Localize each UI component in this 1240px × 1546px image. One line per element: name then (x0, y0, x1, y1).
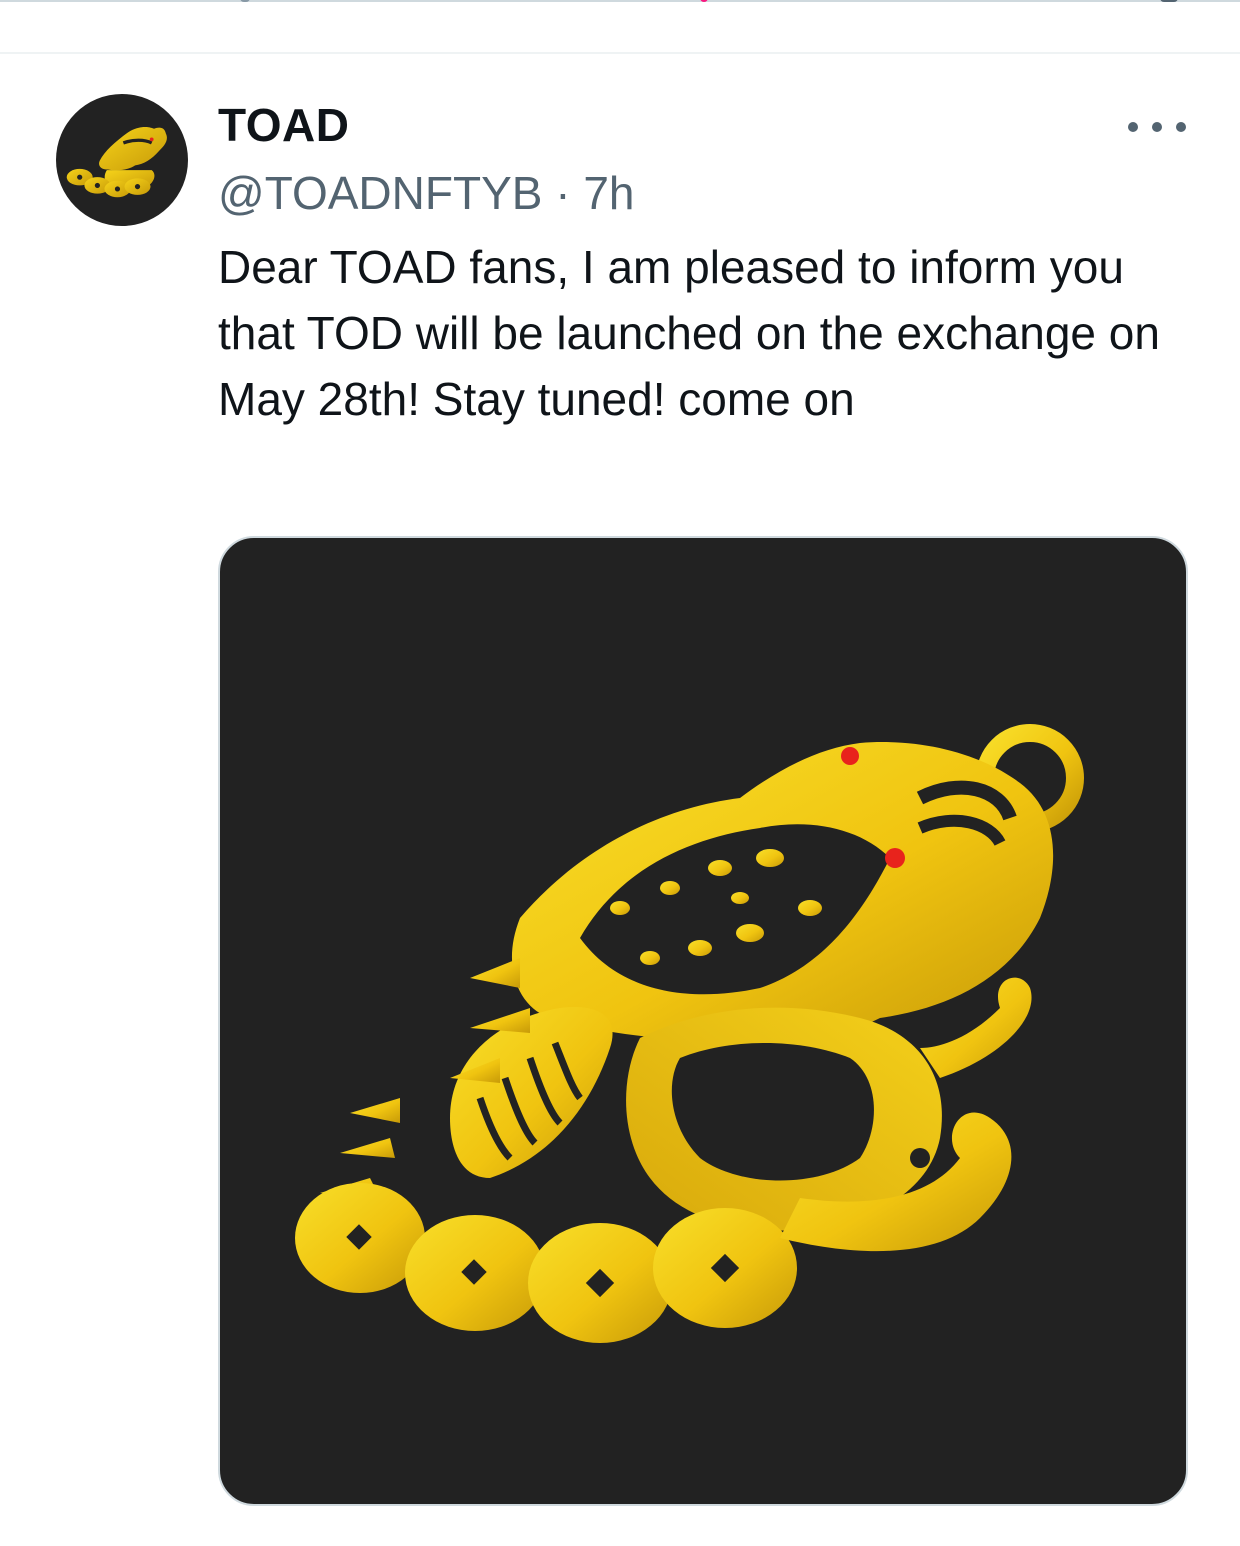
more-options-button[interactable] (1128, 112, 1186, 142)
previous-tweet-action-bar (0, 0, 1240, 54)
tweet-page: TOAD @TOADNFTYB · 7h Dear TOAD fans, I a… (0, 0, 1240, 1546)
timestamp[interactable]: 7h (583, 167, 634, 219)
meta-separator: · (555, 167, 571, 219)
ellipsis-icon (1176, 122, 1186, 132)
user-handle[interactable]: @TOADNFTYB (218, 167, 542, 219)
tweet-text: Dear TOAD fans, I am pleased to inform y… (218, 241, 1160, 425)
top-divider (0, 0, 1240, 2)
tweet-meta: @TOADNFTYB · 7h (218, 166, 635, 220)
display-name[interactable]: TOAD (218, 98, 350, 152)
tweet-media-image[interactable] (218, 536, 1188, 1506)
share-icon[interactable] (1160, 0, 1178, 2)
ellipsis-icon (1128, 122, 1138, 132)
ellipsis-icon (1152, 122, 1162, 132)
golden-toad-logo-icon (295, 724, 1084, 1343)
avatar[interactable] (56, 94, 188, 226)
tweet[interactable]: TOAD @TOADNFTYB · 7h Dear TOAD fans, I a… (0, 54, 1240, 1546)
golden-toad-logo-icon (66, 127, 167, 198)
